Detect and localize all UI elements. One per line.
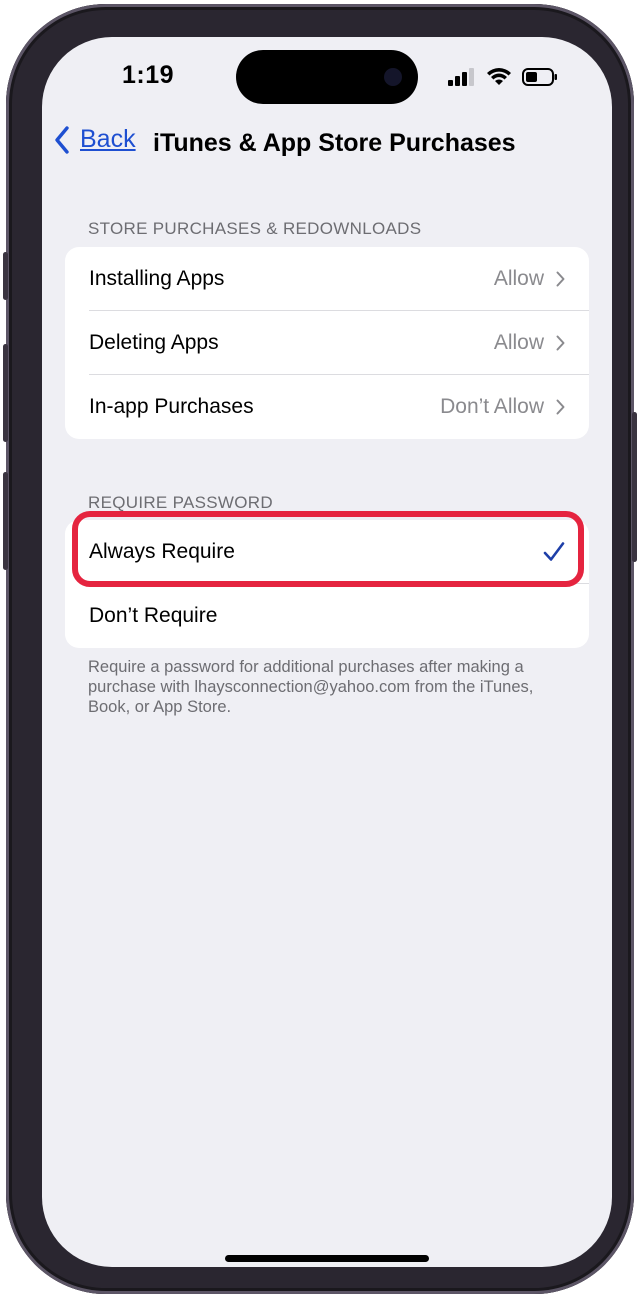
highlight-outline bbox=[72, 511, 584, 587]
phone-frame: 1:19 Back iTunes & App Store Purchases S… bbox=[3, 4, 637, 1294]
action-button bbox=[3, 252, 8, 300]
chevron-right-icon bbox=[556, 335, 565, 351]
status-icons bbox=[448, 67, 558, 87]
camera-icon bbox=[384, 68, 402, 86]
cellular-signal-icon bbox=[448, 68, 474, 86]
page-title: iTunes & App Store Purchases bbox=[153, 129, 516, 157]
dynamic-island bbox=[236, 50, 418, 104]
deleting-apps-row[interactable]: Deleting Apps Allow bbox=[65, 311, 589, 375]
row-value: Don’t Allow bbox=[440, 395, 544, 418]
back-label: Back bbox=[80, 125, 136, 153]
in-app-purchases-row[interactable]: In-app Purchases Don’t Allow bbox=[65, 375, 589, 439]
chevron-left-icon bbox=[55, 125, 69, 154]
volume-down-button bbox=[3, 472, 8, 570]
volume-up-button bbox=[3, 344, 8, 442]
dont-require-option[interactable]: Don’t Require bbox=[65, 584, 589, 648]
row-label: In-app Purchases bbox=[89, 395, 254, 418]
row-label: Installing Apps bbox=[89, 267, 225, 290]
home-indicator[interactable] bbox=[225, 1255, 429, 1262]
store-section-header: STORE PURCHASES & REDOWNLOADS bbox=[88, 219, 422, 238]
back-button[interactable]: Back bbox=[54, 125, 136, 154]
chevron-right-icon bbox=[556, 399, 565, 415]
screen: 1:19 Back iTunes & App Store Purchases S… bbox=[42, 37, 612, 1267]
store-settings-group: Installing Apps Allow Deleting Apps Allo… bbox=[65, 247, 589, 439]
password-footer-note: Require a password for additional purcha… bbox=[88, 658, 534, 716]
wifi-icon bbox=[487, 68, 511, 85]
chevron-right-icon bbox=[556, 271, 565, 287]
power-button bbox=[632, 412, 637, 562]
row-value: Allow bbox=[493, 267, 544, 290]
row-label: Don’t Require bbox=[89, 604, 218, 627]
battery-icon bbox=[522, 68, 557, 86]
row-label: Deleting Apps bbox=[89, 331, 219, 354]
password-section-header: REQUIRE PASSWORD bbox=[88, 493, 273, 512]
row-value: Allow bbox=[493, 331, 544, 354]
installing-apps-row[interactable]: Installing Apps Allow bbox=[65, 247, 589, 311]
status-time: 1:19 bbox=[122, 61, 175, 89]
